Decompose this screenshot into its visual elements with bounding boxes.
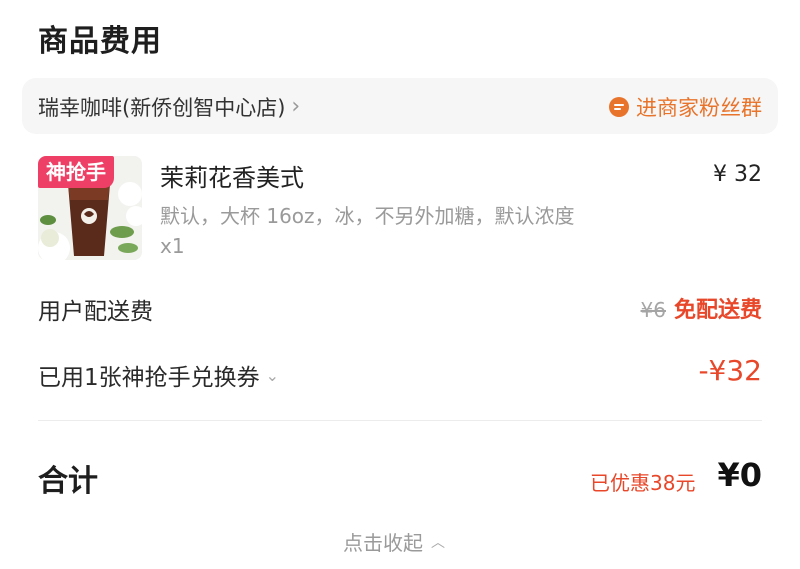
coupon-label: 已用1张神抢手兑换券 bbox=[38, 365, 260, 391]
discount-text: 已优惠38元 bbox=[590, 471, 696, 495]
divider bbox=[38, 420, 762, 421]
coupon-amount: -¥32 bbox=[698, 354, 762, 387]
store-name: 瑞幸咖啡(新侨创智中心店) bbox=[38, 96, 286, 120]
fans-group-label: 进商家粉丝群 bbox=[636, 96, 762, 120]
product-quantity: x1 bbox=[160, 234, 185, 258]
store-link[interactable]: 瑞幸咖啡(新侨创智中心店) › bbox=[38, 92, 300, 122]
chevron-right-icon: › bbox=[291, 94, 301, 119]
product-price: ¥ 32 bbox=[713, 162, 762, 187]
product-spec: 默认，大杯 16oz，冰，不另外加糖，默认浓度 bbox=[160, 204, 575, 228]
delivery-fee-label: 用户配送费 bbox=[38, 299, 153, 325]
delivery-fee-value: ¥6 免配送费 bbox=[641, 292, 762, 324]
collapse-label: 点击收起 bbox=[343, 531, 423, 555]
section-title: 商品费用 bbox=[38, 24, 162, 59]
fans-group-link[interactable]: 进商家粉丝群 bbox=[608, 92, 762, 122]
total-amount: ¥0 bbox=[717, 456, 762, 494]
chevron-up-icon: ︿ bbox=[431, 534, 445, 551]
delivery-free-label: 免配送费 bbox=[673, 298, 762, 323]
collapse-button[interactable]: 点击收起 ︿ bbox=[343, 527, 445, 556]
total-label: 合计 bbox=[38, 464, 98, 499]
delivery-original-fee: ¥6 bbox=[640, 298, 666, 322]
chevron-down-icon: ⌄ bbox=[265, 365, 280, 385]
flash-sale-badge: 神抢手 bbox=[38, 156, 114, 188]
store-bar: 瑞幸咖啡(新侨创智中心店) › 进商家粉丝群 bbox=[22, 78, 778, 134]
coupon-selector[interactable]: 已用1张神抢手兑换券 ⌄ bbox=[38, 358, 279, 392]
product-name: 茉莉花香美式 bbox=[160, 164, 304, 192]
chat-bubble-icon bbox=[609, 97, 629, 117]
